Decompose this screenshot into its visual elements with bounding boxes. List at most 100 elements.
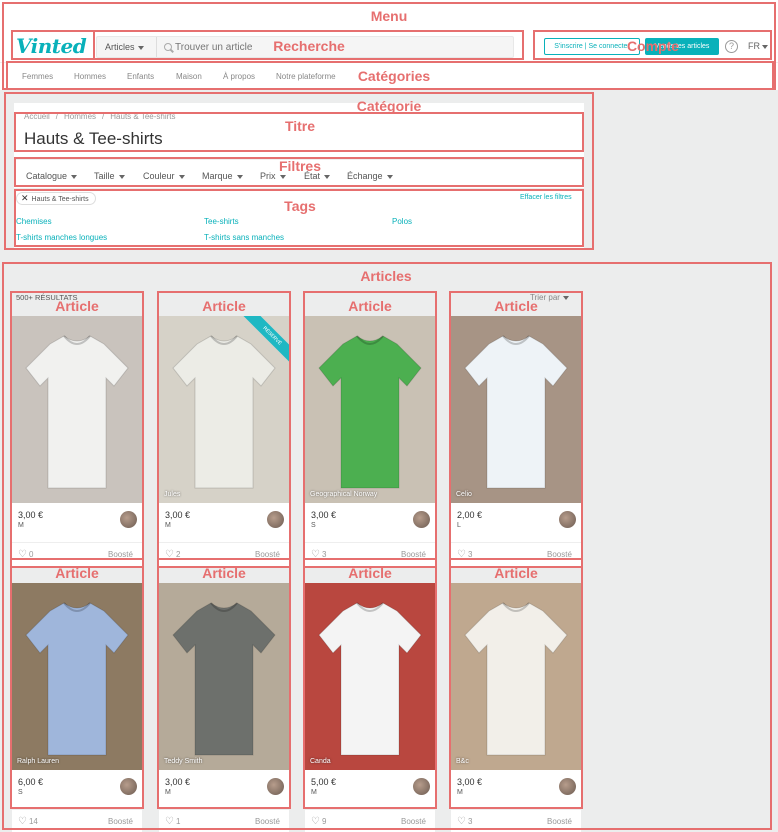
breadcrumb-home[interactable]: Accueil (24, 112, 50, 121)
divider (305, 542, 435, 543)
annotation-label-article: Article (202, 565, 246, 581)
filter-label: Échange (347, 171, 383, 181)
nav-maison[interactable]: Maison (176, 72, 202, 81)
article-card[interactable]: Ralph Lauren 6,00 € S ♡ 14 Boosté (12, 583, 142, 832)
article-size: M (165, 789, 171, 796)
signup-login-button[interactable]: S'inscrire | Se connecter (544, 38, 640, 55)
filter-marque[interactable]: Marque (202, 171, 243, 181)
nav-enfants[interactable]: Enfants (127, 72, 154, 81)
article-photo[interactable]: Geographical Norway (305, 316, 435, 503)
seller-avatar[interactable] (120, 511, 137, 528)
breadcrumb-hommes[interactable]: Hommes (64, 112, 96, 121)
tag-chemises[interactable]: Chemises (16, 217, 52, 226)
chevron-down-icon (762, 44, 768, 49)
annotation-label-article: Article (55, 565, 99, 581)
article-card[interactable]: Canda 5,00 € M ♡ 9 Boosté (305, 583, 435, 832)
article-photo[interactable]: Teddy Smith (159, 583, 289, 770)
chip-label: Hauts & Tee-shirts (31, 196, 89, 203)
breadcrumb-separator: / (55, 112, 59, 121)
divider (159, 542, 289, 543)
favourite-button[interactable]: ♡ 3 (311, 549, 326, 560)
favourite-button[interactable]: ♡ 14 (18, 816, 38, 827)
chevron-down-icon (562, 295, 569, 300)
filter-label: Catalogue (26, 171, 68, 181)
annotation-label-titre: Titre (284, 118, 316, 134)
nav-notre-plateforme[interactable]: Notre plateforme (276, 72, 336, 81)
heart-icon: ♡ (457, 816, 466, 827)
like-count: 2 (175, 550, 181, 559)
like-count: 1 (175, 817, 181, 826)
article-card[interactable]: Celio 2,00 € L ♡ 3 Boosté (451, 316, 581, 566)
help-icon[interactable]: ? (725, 40, 738, 53)
nav-a-propos[interactable]: À propos (223, 72, 255, 81)
search-category-select[interactable]: Articles (97, 37, 157, 57)
favourite-button[interactable]: ♡ 9 (311, 816, 326, 827)
tag-polos[interactable]: Polos (392, 217, 412, 226)
like-count: 3 (467, 817, 473, 826)
filter-label: Taille (94, 171, 115, 181)
article-photo-svg (159, 583, 289, 770)
breadcrumb-current[interactable]: Hauts & Tee-shirts (110, 112, 175, 121)
annotation-label-categorie: Catégorie (356, 98, 422, 114)
seller-avatar[interactable] (120, 778, 137, 795)
seller-avatar[interactable] (267, 511, 284, 528)
breadcrumb-separator: / (102, 112, 105, 121)
seller-avatar[interactable] (413, 778, 430, 795)
chevron-down-icon (178, 174, 185, 179)
divider (12, 809, 142, 810)
tag-tshirts-manches-longues[interactable]: T-shirts manches longues (16, 233, 107, 242)
favourite-button[interactable]: ♡ 3 (457, 549, 472, 560)
article-card[interactable]: Geographical Norway 3,00 € S ♡ 3 Boosté (305, 316, 435, 566)
article-card[interactable]: RÉSERVÉ Jules 3,00 € M ♡ 2 Boosté (159, 316, 289, 566)
article-photo-svg (12, 316, 142, 503)
filter-label: Marque (202, 171, 233, 181)
filter-couleur[interactable]: Couleur (143, 171, 185, 181)
filter-taille[interactable]: Taille (94, 171, 125, 181)
article-size: M (165, 522, 171, 529)
article-card[interactable]: B&c 3,00 € M ♡ 3 Boosté (451, 583, 581, 832)
clear-filters-link[interactable]: Effacer les filtres (520, 194, 572, 201)
article-price: 2,00 € (457, 510, 483, 520)
favourite-button[interactable]: ♡ 0 (18, 549, 33, 560)
heart-icon: ♡ (311, 549, 320, 560)
chevron-down-icon (71, 174, 78, 179)
boost-label: Boosté (401, 550, 426, 559)
seller-avatar[interactable] (559, 511, 576, 528)
divider (159, 809, 289, 810)
language-select[interactable]: FR (748, 41, 768, 51)
article-card[interactable]: Teddy Smith 3,00 € M ♡ 1 Boosté (159, 583, 289, 832)
article-photo[interactable]: RÉSERVÉ Jules (159, 316, 289, 503)
filter-echange[interactable]: Échange (347, 171, 393, 181)
seller-avatar[interactable] (559, 778, 576, 795)
seller-avatar[interactable] (413, 511, 430, 528)
vinted-logo[interactable]: Vinted (16, 34, 87, 58)
favourite-button[interactable]: ♡ 1 (165, 816, 180, 827)
favourite-button[interactable]: ♡ 3 (457, 816, 472, 827)
boost-label: Boosté (547, 550, 572, 559)
close-icon[interactable]: ✕ (21, 193, 29, 203)
article-photo[interactable] (12, 316, 142, 503)
filter-catalogue[interactable]: Catalogue (26, 171, 78, 181)
annotation-label-recherche: Recherche (273, 38, 345, 54)
favourite-button[interactable]: ♡ 2 (165, 549, 180, 560)
heart-icon: ♡ (18, 816, 27, 827)
nav-femmes[interactable]: Femmes (22, 72, 53, 81)
article-price: 3,00 € (18, 510, 44, 520)
article-photo-svg (305, 583, 435, 770)
article-photo[interactable]: B&c (451, 583, 581, 770)
article-photo[interactable]: Ralph Lauren (12, 583, 142, 770)
annotation-label-categories: Catégories (357, 68, 431, 84)
article-photo[interactable]: Celio (451, 316, 581, 503)
article-card[interactable]: 3,00 € M ♡ 0 Boosté (12, 316, 142, 566)
heart-icon: ♡ (165, 816, 174, 827)
tag-tee-shirts[interactable]: Tee-shirts (204, 217, 239, 226)
tag-tshirts-sans-manches[interactable]: T-shirts sans manches (204, 233, 284, 242)
article-price: 3,00 € (165, 510, 191, 520)
seller-avatar[interactable] (267, 778, 284, 795)
nav-hommes[interactable]: Hommes (74, 72, 106, 81)
annotation-label-article: Article (55, 298, 99, 314)
boost-label: Boosté (547, 817, 572, 826)
active-filter-chip[interactable]: ✕ Hauts & Tee-shirts (16, 192, 96, 205)
article-photo[interactable]: Canda (305, 583, 435, 770)
divider (12, 542, 142, 543)
